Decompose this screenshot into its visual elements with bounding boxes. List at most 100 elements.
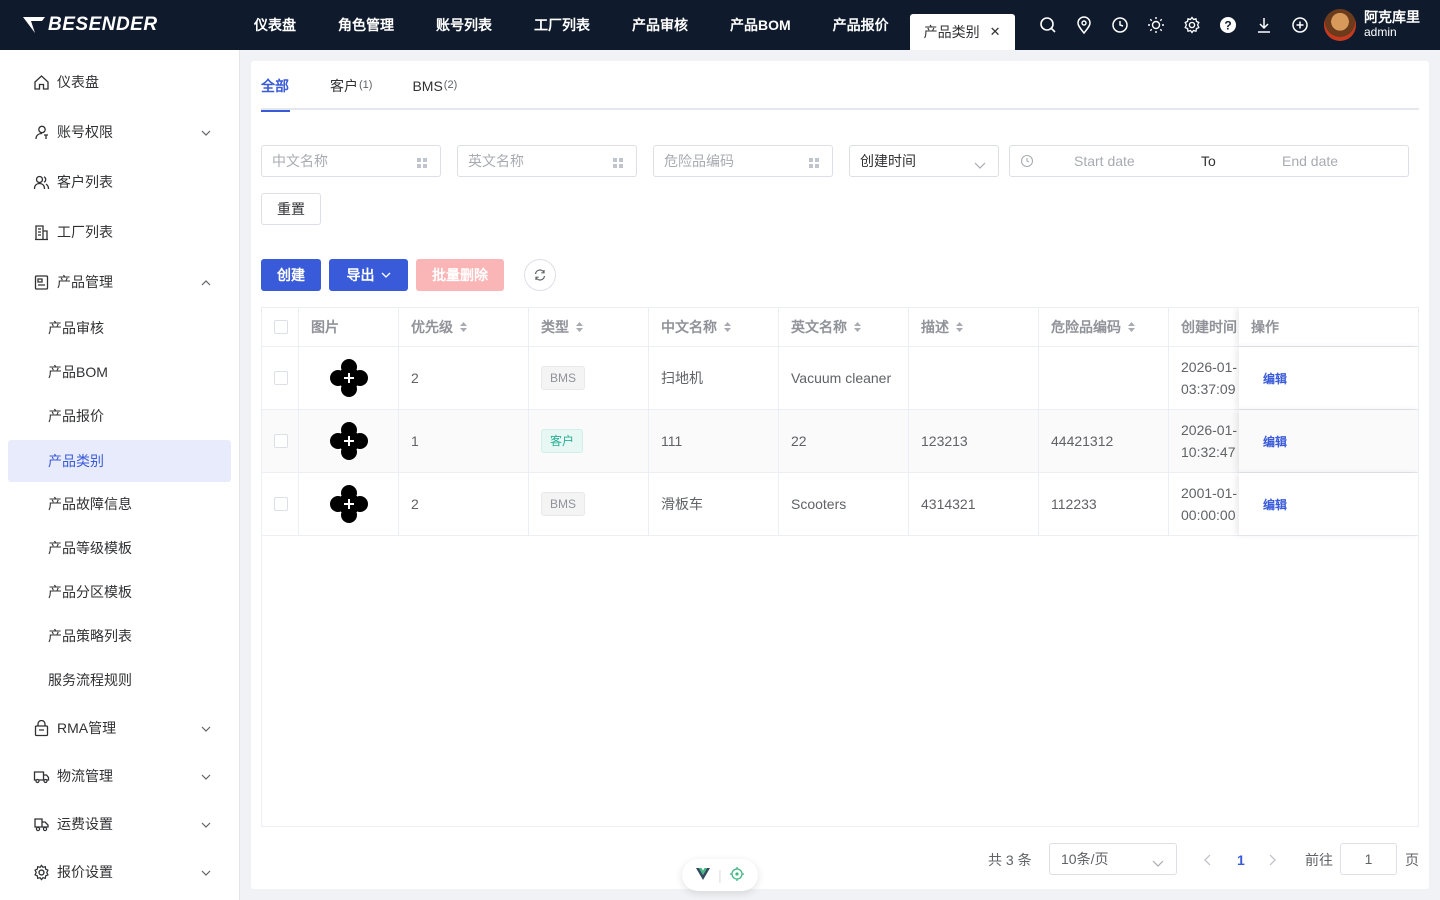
- sort-icon[interactable]: [459, 321, 468, 333]
- time-date: 2026-01-: [1181, 359, 1238, 375]
- page-number-current[interactable]: 1: [1237, 844, 1245, 876]
- tab-all[interactable]: 全部: [261, 61, 290, 112]
- header-description[interactable]: 描述: [909, 308, 1039, 346]
- sort-icon[interactable]: [853, 321, 862, 333]
- sidebar-item-dashboard[interactable]: 仪表盘: [8, 61, 231, 103]
- sort-icon[interactable]: [575, 321, 584, 333]
- reset-button[interactable]: 重置: [261, 193, 321, 225]
- prev-page-button[interactable]: [1203, 844, 1213, 876]
- sidebar-item-customers[interactable]: 客户列表: [8, 161, 231, 203]
- sidebar-sub-product-fault-info[interactable]: 产品故障信息: [8, 483, 231, 525]
- tab-label: BMS: [412, 77, 443, 94]
- sun-icon[interactable]: [1138, 0, 1174, 50]
- header-type[interactable]: 类型: [529, 308, 649, 346]
- close-icon[interactable]: ✕: [990, 24, 1001, 40]
- sidebar-item-label: 报价设置: [57, 864, 113, 880]
- time-field-select[interactable]: 创建时间: [849, 145, 999, 177]
- download-icon[interactable]: [1246, 0, 1282, 50]
- user-menu[interactable]: 阿克库里 admin: [1324, 9, 1420, 41]
- row-checkbox[interactable]: [274, 434, 288, 448]
- add-circle-icon[interactable]: [1282, 0, 1318, 50]
- en-name-input[interactable]: [468, 153, 598, 169]
- edit-link[interactable]: 编辑: [1263, 496, 1287, 513]
- export-button[interactable]: 导出: [329, 259, 408, 291]
- topnav-product-quote[interactable]: 产品报价: [812, 0, 910, 50]
- date-range-picker[interactable]: Start date To End date: [1009, 145, 1409, 177]
- row-checkbox[interactable]: [274, 497, 288, 511]
- truck-icon: [32, 767, 50, 785]
- sidebar-item-label: 仪表盘: [57, 74, 99, 90]
- topnav-roles[interactable]: 角色管理: [317, 0, 415, 50]
- sidebar-item-label: 账号权限: [57, 124, 113, 140]
- sidebar-item-quote-settings[interactable]: 报价设置: [8, 851, 231, 893]
- category-image-icon: [329, 359, 368, 397]
- topnav-product-category-tab[interactable]: 产品类别 ✕: [909, 14, 1015, 50]
- sidebar-sub-product-review[interactable]: 产品审核: [8, 307, 231, 349]
- sidebar-sub-product-bom[interactable]: 产品BOM: [8, 351, 231, 393]
- cn-name-input[interactable]: [272, 153, 402, 169]
- sidebar-item-factories[interactable]: 工厂列表: [8, 211, 231, 253]
- row-dg-code: [1039, 347, 1169, 409]
- sidebar-sub-product-quote[interactable]: 产品报价: [8, 395, 231, 437]
- sidebar-item-freight-settings[interactable]: 运费设置: [8, 803, 231, 845]
- row-checkbox[interactable]: [274, 371, 288, 385]
- search-icon[interactable]: [1030, 0, 1066, 50]
- sidebar-sub-product-category[interactable]: 产品类别: [8, 440, 231, 482]
- category-image-icon: [329, 485, 368, 523]
- topnav-dashboard[interactable]: 仪表盘: [240, 0, 317, 50]
- goto-page-input[interactable]: [1340, 843, 1397, 875]
- category-image-icon: [329, 422, 368, 460]
- header-cn-name[interactable]: 中文名称: [649, 308, 779, 346]
- end-date-placeholder: End date: [1282, 153, 1339, 169]
- sidebar-item-logistics[interactable]: 物流管理: [8, 755, 231, 797]
- help-icon[interactable]: ?: [1210, 0, 1246, 50]
- sidebar-item-rma[interactable]: RMA管理: [8, 707, 231, 749]
- topnav-product-review[interactable]: 产品审核: [611, 0, 709, 50]
- target-icon[interactable]: [729, 866, 744, 884]
- row-type: BMS: [529, 347, 649, 409]
- select-all-checkbox[interactable]: [274, 320, 288, 334]
- sort-icon[interactable]: [723, 321, 732, 333]
- sidebar-item-product-management[interactable]: 产品管理: [8, 261, 231, 303]
- sort-icon[interactable]: [1127, 321, 1136, 333]
- brand-logo-icon: [23, 17, 45, 33]
- topnav-accounts[interactable]: 账号列表: [415, 0, 513, 50]
- header-created-time[interactable]: 创建时间: [1169, 308, 1249, 346]
- create-button[interactable]: 创建: [261, 259, 321, 291]
- header-priority[interactable]: 优先级: [399, 308, 529, 346]
- gear-icon[interactable]: [1174, 0, 1210, 50]
- sidebar-sub-service-flow-rules[interactable]: 服务流程规则: [8, 659, 231, 701]
- sidebar-sub-product-strategy-list[interactable]: 产品策略列表: [8, 615, 231, 657]
- header-en-name[interactable]: 英文名称: [779, 308, 909, 346]
- sidebar-sub-product-zone-template[interactable]: 产品分区模板: [8, 571, 231, 613]
- sort-icon[interactable]: [955, 321, 964, 333]
- brand-logo[interactable]: BESENDER: [0, 0, 240, 50]
- next-page-button[interactable]: [1267, 844, 1277, 876]
- topnav-factories[interactable]: 工厂列表: [513, 0, 611, 50]
- clock-icon[interactable]: [1102, 0, 1138, 50]
- product-box-icon: [32, 273, 50, 291]
- sidebar-sub-product-grade-template[interactable]: 产品等级模板: [8, 527, 231, 569]
- header-dg-code[interactable]: 危险品编码: [1039, 308, 1169, 346]
- header-image: 图片: [299, 308, 399, 346]
- row-description: [909, 347, 1039, 409]
- refresh-button[interactable]: [524, 259, 556, 291]
- header-label: 优先级: [411, 319, 453, 335]
- batch-delete-button[interactable]: 批量删除: [416, 259, 504, 291]
- topnav-product-bom[interactable]: 产品BOM: [709, 0, 812, 50]
- tab-customer[interactable]: 客户 (1): [330, 61, 372, 110]
- location-icon[interactable]: [1066, 0, 1102, 50]
- edit-link[interactable]: 编辑: [1263, 370, 1287, 387]
- dg-code-input[interactable]: [664, 153, 794, 169]
- type-tabs: 全部 客户 (1) BMS (2): [261, 61, 1419, 112]
- row-created-time: 2026-01- 10:32:47: [1169, 410, 1249, 472]
- sidebar: 仪表盘 账号权限 客户列表 工厂列表 产品管理 产品审核 产品BOM 产品报价 …: [0, 50, 240, 900]
- edit-link[interactable]: 编辑: [1263, 433, 1287, 450]
- page-size-select[interactable]: 10条/页: [1049, 843, 1177, 875]
- vue-logo-icon[interactable]: [696, 867, 711, 883]
- cn-name-filter: [261, 145, 441, 177]
- sidebar-item-label: RMA管理: [57, 720, 117, 736]
- time-clock: 00:00:00: [1181, 507, 1236, 523]
- tab-bms[interactable]: BMS (2): [412, 61, 457, 110]
- sidebar-item-account-permissions[interactable]: 账号权限: [8, 111, 231, 153]
